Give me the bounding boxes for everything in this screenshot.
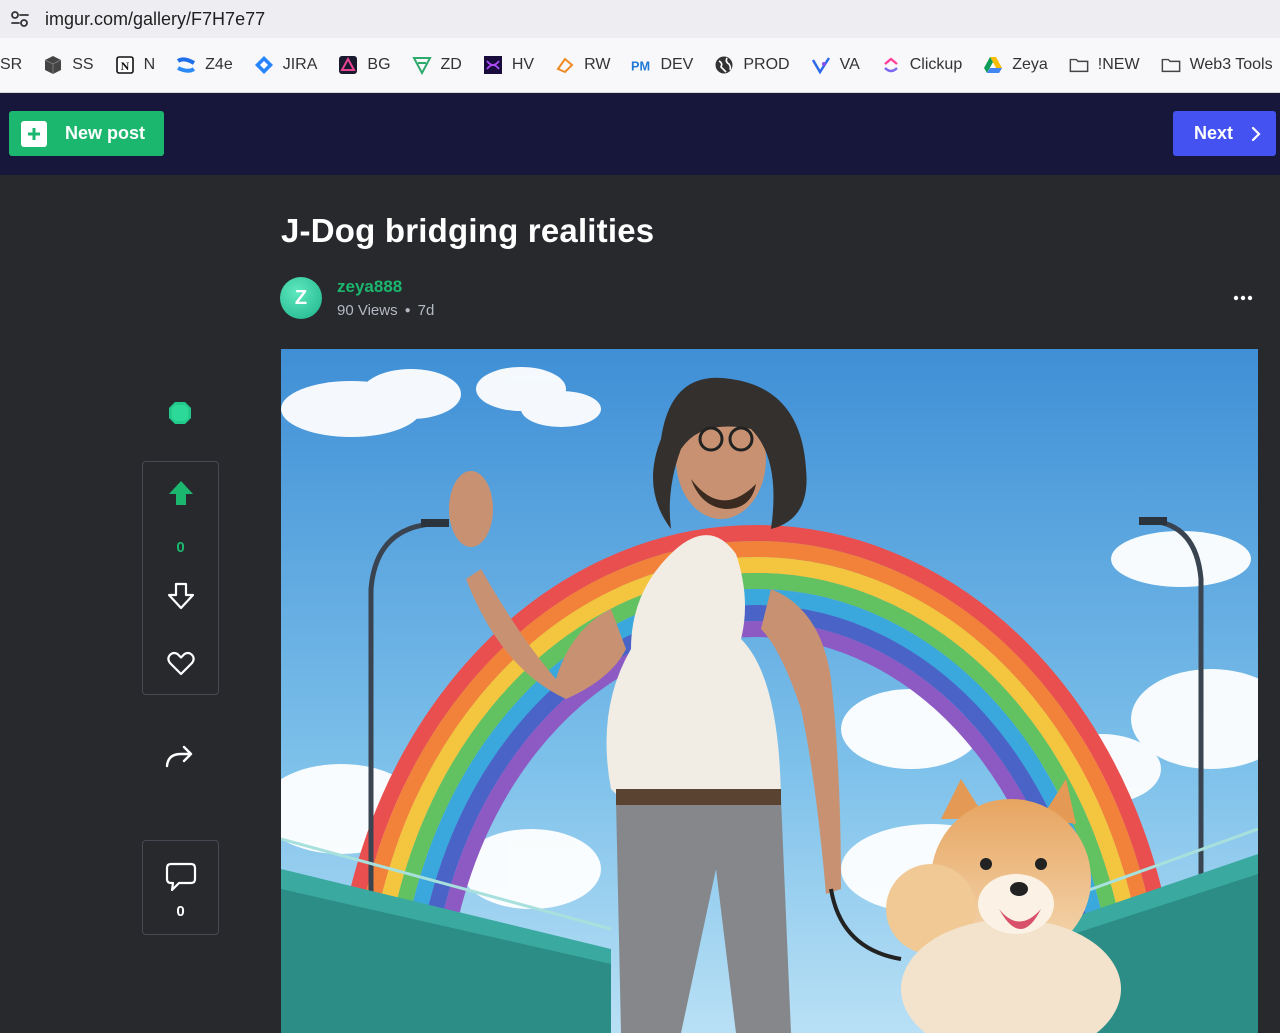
bookmark-sr[interactable]: SR [0, 56, 22, 74]
separator-dot: ● [404, 305, 411, 316]
ellipsis-icon [1233, 295, 1253, 301]
new-post-button[interactable]: New post [9, 111, 164, 156]
more-options-button[interactable] [1226, 285, 1260, 311]
rw-icon [555, 55, 575, 75]
confluence-icon [176, 55, 196, 75]
google-drive-icon [983, 55, 1003, 75]
jira-icon [254, 55, 274, 75]
vote-panel: 0 [142, 461, 219, 695]
bookmark-rw[interactable]: RW [555, 55, 610, 75]
bookmark-label: N [143, 56, 156, 73]
comment-bubble-icon [165, 862, 197, 892]
post-age: 7d [417, 302, 435, 319]
next-button[interactable]: Next [1173, 111, 1276, 156]
upvote-arrow-icon[interactable] [167, 479, 195, 507]
bookmark-ss[interactable]: SS [43, 55, 94, 75]
bookmark-label: !NEW [1097, 56, 1140, 73]
bookmark-label: DEV [660, 56, 694, 73]
folder-icon [1069, 55, 1089, 75]
bookmark-label: PROD [743, 56, 790, 73]
view-count: 90 Views [337, 302, 398, 319]
comments-button[interactable]: 0 [142, 840, 219, 935]
post-title: J-Dog bridging realities [281, 212, 655, 249]
site-header: New post Next [0, 93, 1280, 175]
chevron-right-icon [1251, 126, 1261, 141]
bookmark-label: Zeya [1012, 56, 1048, 73]
bookmark-jira[interactable]: JIRA [254, 55, 318, 75]
bookmark-label: ZD [440, 56, 462, 73]
post-image[interactable] [281, 349, 1258, 1033]
zd-icon [411, 55, 432, 75]
new-post-label: New post [65, 123, 146, 143]
globe-icon [714, 55, 734, 75]
downvote-arrow-icon[interactable] [167, 582, 195, 610]
bookmark-web3-tools-folder[interactable]: Web3 Tools [1161, 55, 1273, 75]
va-icon [811, 55, 831, 75]
svg-text:PM: PM [631, 58, 650, 73]
bookmark-label: Z4e [205, 56, 233, 73]
hv-icon [483, 55, 503, 75]
vote-score: 0 [176, 539, 185, 556]
next-label: Next [1194, 123, 1234, 143]
bg-icon [338, 55, 358, 75]
bookmark-bg[interactable]: BG [338, 55, 391, 75]
heart-icon[interactable] [167, 650, 195, 676]
bookmark-label: RW [584, 56, 611, 73]
bookmark-hv[interactable]: HV [483, 55, 534, 75]
emerald-icon[interactable] [168, 401, 192, 425]
bookmark-dev[interactable]: PM DEV [631, 55, 693, 75]
comment-count: 0 [176, 903, 185, 920]
bookmark-label: SR [0, 56, 23, 73]
plus-icon [21, 120, 47, 147]
bookmark-label: BG [367, 56, 391, 73]
bookmark-label: Web3 Tools [1189, 56, 1273, 73]
folder-icon [1161, 55, 1181, 75]
url-text[interactable]: imgur.com/gallery/F7H7e77 [45, 9, 265, 30]
bookmark-label: JIRA [282, 56, 318, 73]
bookmark-label: SS [72, 56, 94, 73]
post-meta: 90 Views ● 7d [337, 302, 434, 319]
share-arrow-icon[interactable] [164, 742, 196, 772]
pm-icon: PM [631, 55, 651, 75]
bookmark-label: VA [839, 56, 860, 73]
svg-text:N: N [120, 59, 129, 73]
bookmark-va[interactable]: VA [811, 55, 860, 75]
bookmark-new-folder[interactable]: !NEW [1069, 55, 1140, 75]
bookmark-label: Clickup [909, 56, 963, 73]
bookmark-zeya[interactable]: Zeya [983, 55, 1048, 75]
address-bar[interactable]: imgur.com/gallery/F7H7e77 [0, 0, 1280, 38]
author-name[interactable]: zeya888 [337, 277, 402, 297]
avatar[interactable]: Z [280, 277, 322, 319]
bookmark-prod[interactable]: PROD [714, 55, 790, 75]
clickup-icon [881, 55, 901, 75]
bookmarks-bar: SR SS N N Z4e JIRA BG ZD HV RW PM DEV PR… [0, 38, 1280, 93]
bookmark-label: HV [511, 56, 535, 73]
bookmark-clickup[interactable]: Clickup [881, 55, 962, 75]
avatar-letter: Z [294, 286, 308, 309]
bookmark-zd[interactable]: ZD [411, 55, 462, 75]
bookmark-n[interactable]: N N [115, 55, 156, 75]
cube-icon [43, 55, 63, 75]
notion-icon: N [115, 55, 135, 75]
bookmark-z4e[interactable]: Z4e [176, 55, 233, 75]
site-settings-icon[interactable] [9, 8, 31, 30]
